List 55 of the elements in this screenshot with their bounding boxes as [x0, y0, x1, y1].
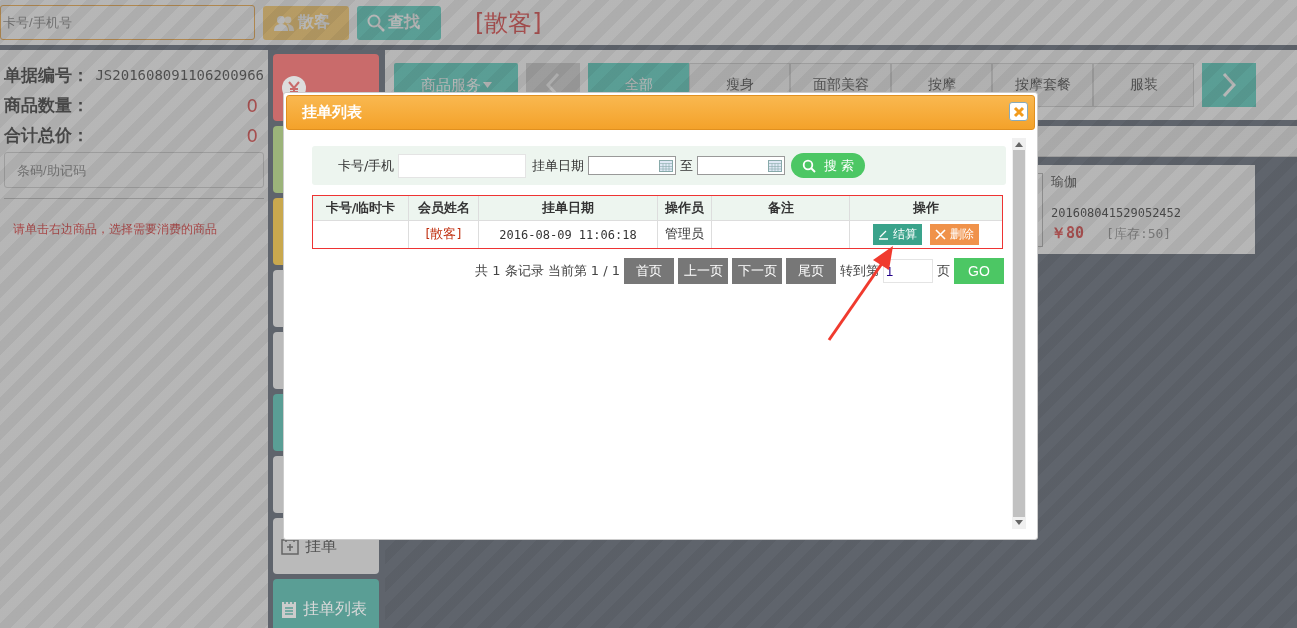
page-button[interactable]: 首页 [624, 258, 674, 284]
summary-value: 0 [246, 124, 258, 146]
search-button[interactable]: 搜 索 [791, 153, 866, 178]
delete-button[interactable]: 删除 [930, 224, 979, 245]
calendar-plus-icon [281, 537, 299, 555]
column-header: 操作员 [657, 195, 712, 221]
search-icon [367, 13, 385, 32]
close-button[interactable] [1009, 102, 1028, 121]
calendar-icon [659, 159, 674, 172]
product-code: 201608041529052452 [1051, 206, 1182, 220]
field-label: 挂单日期 [532, 156, 585, 175]
column-header: 备注 [711, 195, 850, 221]
product-price: ￥80 [1051, 224, 1085, 243]
scroll-up-icon [1015, 142, 1023, 147]
summary-label: 商品数量： [4, 93, 89, 117]
summary-label: 单据编号： [4, 63, 89, 87]
page-button[interactable]: 下一页 [732, 258, 782, 284]
close-icon [1012, 105, 1025, 118]
summary-label: 合计总价： [4, 123, 89, 147]
page-button[interactable]: 尾页 [786, 258, 836, 284]
date-field[interactable] [697, 156, 786, 175]
product-stock: [库存:50] [1106, 225, 1172, 243]
scroll-down-icon [1015, 520, 1023, 525]
field-label: 至 [680, 156, 694, 175]
column-header: 挂单日期 [478, 195, 658, 221]
search-icon [802, 158, 817, 173]
hint-text: 请单击右边商品，选择需要消费的商品 [12, 221, 218, 238]
column-header: 操作 [849, 195, 1003, 221]
column-header: 会员姓名 [408, 195, 479, 221]
scrollbar[interactable] [1012, 138, 1026, 529]
users-icon [273, 14, 295, 31]
product-name: 瑜伽 [1051, 173, 1078, 191]
calendar-icon [768, 159, 783, 172]
date-field[interactable] [588, 156, 677, 175]
customer-name: [散客] [475, 7, 542, 39]
record-summary: 共 1 条记录 当前第 1 / 1 [475, 262, 620, 280]
column-header: 卡号/临时卡 [312, 195, 409, 221]
dialog-title: 挂单列表 [302, 103, 362, 122]
notepad-icon [281, 600, 297, 618]
field-label: 卡号/手机 [338, 156, 395, 175]
page-suffix: 页 [937, 262, 950, 280]
caret-icon [482, 82, 492, 88]
page-button[interactable]: 上一页 [678, 258, 728, 284]
summary-value: 0 [246, 94, 258, 116]
close-icon [935, 229, 946, 240]
go-button[interactable]: GO [954, 258, 1004, 284]
next-button[interactable] [1202, 63, 1256, 107]
settle-button[interactable]: 结算 [873, 224, 922, 245]
pencil-icon [878, 229, 889, 240]
side-button[interactable]: 挂单列表 [273, 579, 379, 628]
summary-value: JS201608091106200966 [95, 67, 264, 83]
chevron-right-icon [1222, 72, 1236, 98]
barcode-field[interactable]: 条码/助记码 [4, 152, 264, 188]
card-number-field[interactable]: 卡号/手机号 [0, 5, 255, 40]
category-tab[interactable]: 服装 [1093, 63, 1194, 107]
